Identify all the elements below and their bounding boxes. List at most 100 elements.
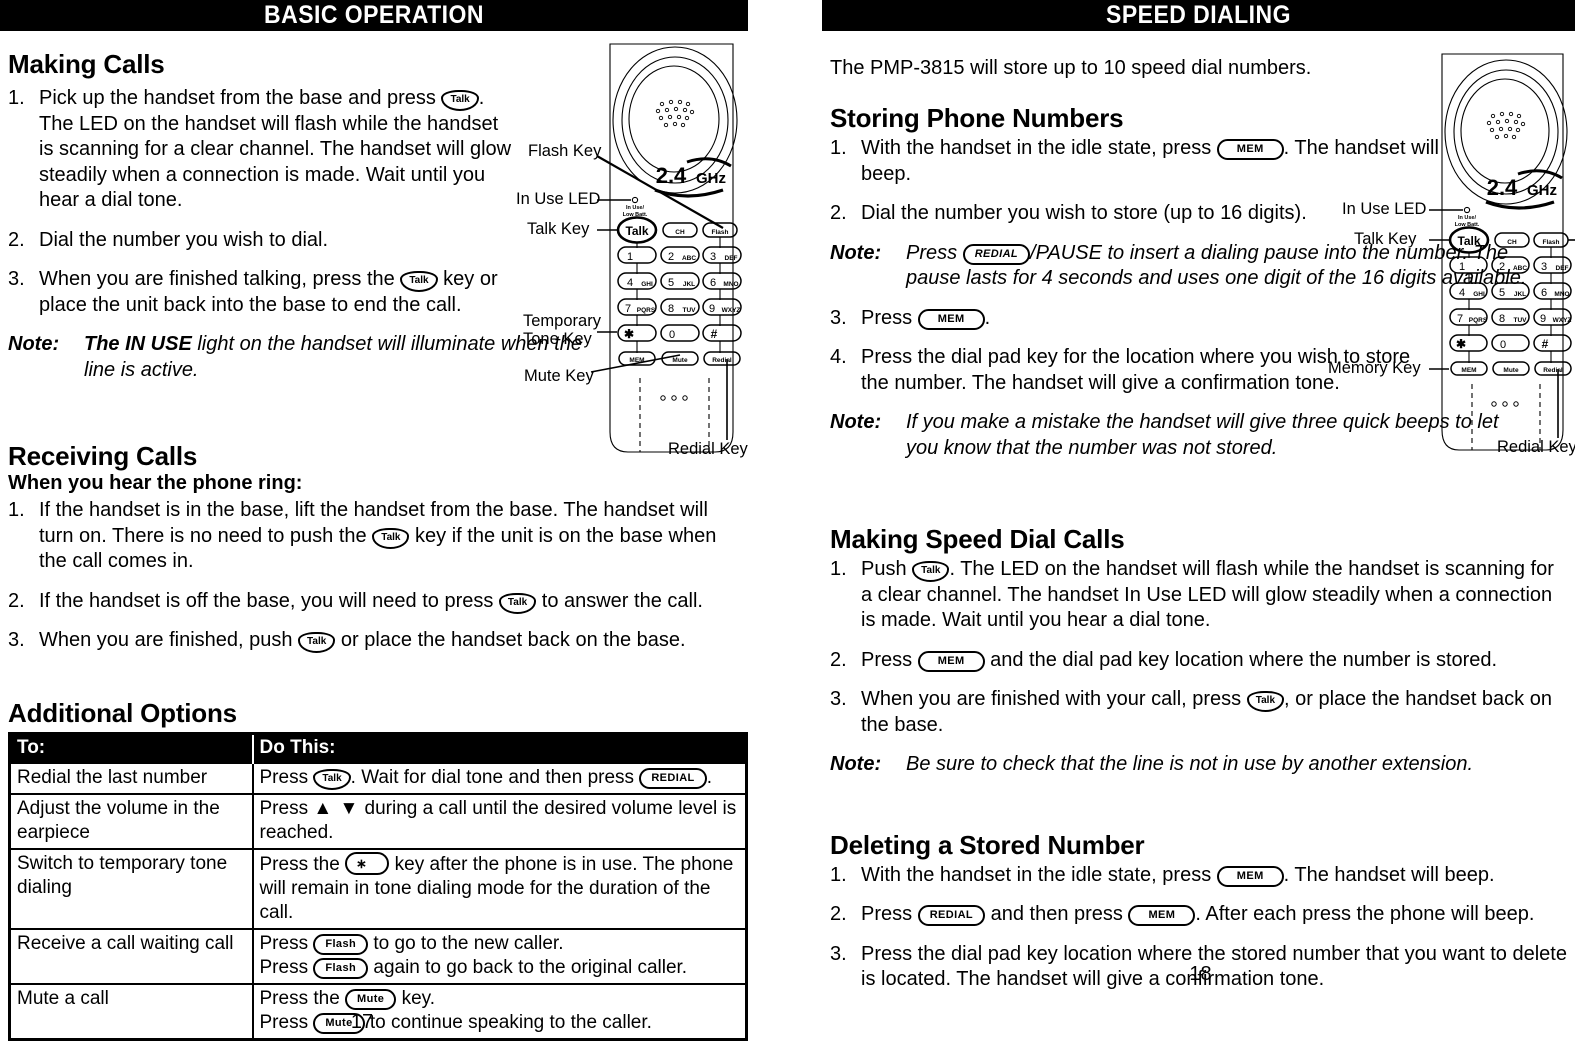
step-number: 2. <box>830 202 847 224</box>
callout-talk-key: Talk Key <box>527 220 590 238</box>
step-text: Pick up the handset from the base and pr… <box>39 87 512 211</box>
svg-text:DEF: DEF <box>1556 265 1569 272</box>
flash-key-icon: Flash <box>313 957 369 979</box>
callout-memory-key: Memory Key <box>1328 359 1421 377</box>
svg-text:2: 2 <box>668 251 674 263</box>
step-text: Push Talk. The LED on the handset will f… <box>861 558 1554 631</box>
instruction-step: 1. Push Talk. The LED on the handset will… <box>830 557 1570 634</box>
svg-text:5: 5 <box>668 277 674 289</box>
svg-text:#: # <box>711 327 718 341</box>
cell-to: Redial the last number <box>8 761 254 795</box>
svg-text:MNO: MNO <box>1554 291 1569 298</box>
svg-text:Flash: Flash <box>1543 239 1560 246</box>
svg-text:In Use/: In Use/ <box>1458 215 1477 221</box>
instruction-step: 1. With the handset in the idle state, pr… <box>830 863 1575 889</box>
storing-steps-part2: 3. Press MEM. 4. Press the dial pad key for… <box>830 306 1440 397</box>
step-text: Press MEM. <box>861 306 991 330</box>
step-text: With the handset in the idle state, pres… <box>861 863 1495 887</box>
svg-text:PQRS: PQRS <box>637 307 656 314</box>
led-caption-line2: Low Batt. <box>623 212 648 218</box>
page-basic-operation: BASIC OPERATION Making Calls 1. Pick up t… <box>0 0 748 1047</box>
step-text: Dial the number you wish to store (up to… <box>861 202 1307 224</box>
cell-to: Receive a call waiting call <box>8 927 254 985</box>
svg-text:PQRS: PQRS <box>1469 317 1488 324</box>
note-label: Note: <box>8 333 60 355</box>
table-body: Redial the last number Press Talk. Wait f… <box>8 761 748 1040</box>
cell-to: Switch to temporary tone dialing <box>8 847 254 930</box>
svg-text:0: 0 <box>669 329 675 341</box>
svg-text:DEF: DEF <box>725 255 738 262</box>
step-number: 3. <box>830 306 847 329</box>
callout-redial-key: Redial Key <box>668 440 748 458</box>
table-row: Switch to temporary tone dialing Press th… <box>8 847 748 930</box>
cell-do-this: Press the ∗ key after the phone is in us… <box>251 847 748 930</box>
svg-text:ABC: ABC <box>682 255 696 262</box>
svg-text:CH: CH <box>1507 239 1517 246</box>
handset-diagram-right: 2.4 GHz Talk CH Flash 1 2 ABC 3 DEF 4 GHI 5… <box>1328 52 1575 472</box>
cell-to: Adjust the volume in the earpiece <box>8 792 254 850</box>
star-key-icon: ∗ <box>345 851 390 875</box>
talk-key-icon: Talk <box>400 271 438 292</box>
volume-arrows-icon: ▲ ▼ <box>313 797 360 819</box>
svg-text:GHI: GHI <box>641 281 653 288</box>
talk-key-icon: Talk <box>498 592 537 614</box>
step-number: 2. <box>830 903 847 925</box>
svg-text:7: 7 <box>1457 313 1463 325</box>
page-banner-left: BASIC OPERATION <box>0 0 748 31</box>
svg-text:8: 8 <box>668 303 674 315</box>
step-number: 1. <box>830 863 847 886</box>
svg-text:2: 2 <box>1499 261 1505 273</box>
talk-key-icon: Talk <box>1246 691 1285 712</box>
svg-text:9: 9 <box>709 303 715 315</box>
step-text: When you are finished with your call, pr… <box>861 688 1552 736</box>
banner-title-left: BASIC OPERATION <box>29 0 719 31</box>
svg-text:0: 0 <box>1500 339 1506 351</box>
page-number-right: 18 <box>1189 962 1212 985</box>
handset-illustration: 2.4 GHz Talk CH Flash 1 2 ABC 3 DEF 4 GHI 5… <box>590 43 742 453</box>
svg-text:2.4: 2.4 <box>656 163 687 188</box>
callout-mute-key: Mute Key <box>524 367 594 385</box>
note-label: Note: <box>830 753 882 775</box>
instruction-step: 1. Pick up the handset from the base and … <box>8 86 513 214</box>
column-header-do-this: Do This: <box>252 733 747 763</box>
page-banner-right: SPEED DIALING <box>822 0 1575 31</box>
table-row: Redial the last number Press Talk. Wait f… <box>8 761 748 795</box>
callout-talk-key: Talk Key <box>1354 230 1417 248</box>
svg-text:CH: CH <box>675 229 685 236</box>
svg-text:#: # <box>1542 337 1549 351</box>
step-number: 2. <box>8 228 25 251</box>
svg-text:5: 5 <box>1499 287 1505 299</box>
mem-key-icon: MEM <box>917 308 985 330</box>
table-row: Receive a call waiting call Press Flash t… <box>8 927 748 985</box>
svg-text:Talk: Talk <box>1457 234 1480 248</box>
svg-text:ABC: ABC <box>1513 265 1527 272</box>
svg-text:GHI: GHI <box>1473 291 1485 298</box>
step-text: Dial the number you wish to dial. <box>39 228 329 251</box>
svg-text:MNO: MNO <box>723 281 738 288</box>
cell-do-this: Press Talk. Wait for dial tone and then … <box>251 761 748 795</box>
redial-key-icon: REDIAL <box>639 767 707 789</box>
step-number: 1. <box>830 137 847 159</box>
talk-key-icon: Talk <box>441 90 479 111</box>
instruction-step: 3. When you are finished talking, press t… <box>8 267 513 318</box>
step-number: 4. <box>830 346 847 368</box>
page-number-left: 17 <box>350 1010 374 1033</box>
instruction-step: 3. When you are finished with your call, … <box>830 687 1570 738</box>
svg-text:1: 1 <box>1459 261 1465 273</box>
svg-text:TUV: TUV <box>1514 317 1528 324</box>
svg-text:Redial: Redial <box>1543 367 1563 374</box>
step-number: 3. <box>8 629 25 651</box>
cell-do-this: Press ▲ ▼ during a call until the desire… <box>251 792 748 850</box>
svg-text:Flash: Flash <box>712 229 729 236</box>
svg-text:✱: ✱ <box>1456 337 1466 351</box>
making-speed-dial-steps: 1. Push Talk. The LED on the handset will… <box>830 557 1570 738</box>
note-line-in-use: Note: Be sure to check that the line is … <box>830 752 1575 778</box>
instruction-step: 2. Press REDIAL and then press MEM. After… <box>830 902 1575 928</box>
step-number: 1. <box>830 558 847 580</box>
step-text: Press MEM and the dial pad key location … <box>861 648 1498 672</box>
handset-diagram-left: 2.4 GHz Talk CH Flash 1 2 ABC 3 DEF 4 GHI 5… <box>515 42 748 477</box>
heading-deleting-stored-number: Deleting a Stored Number <box>830 829 1145 860</box>
svg-text:MEM: MEM <box>629 357 644 364</box>
callout-in-use-led: In Use LED <box>516 190 601 208</box>
step-number: 1. <box>8 499 25 521</box>
